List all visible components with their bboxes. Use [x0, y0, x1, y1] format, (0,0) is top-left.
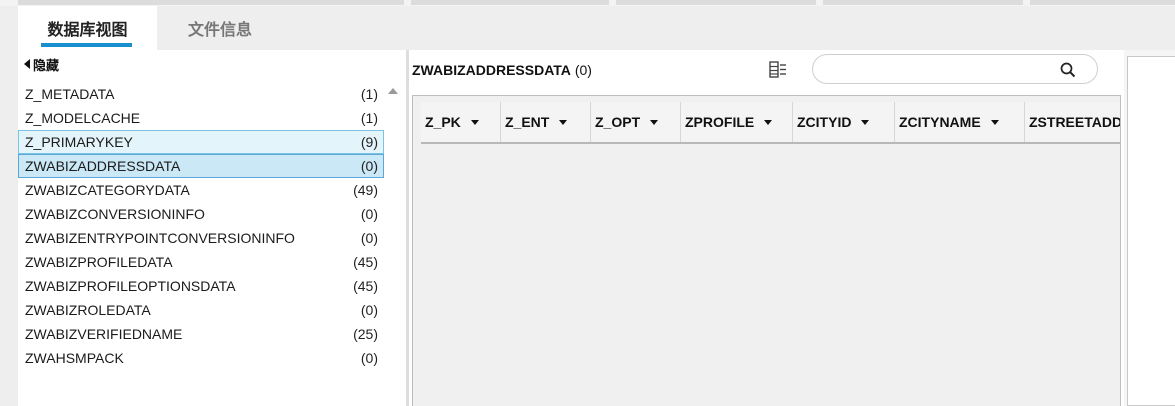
table-name: ZWABIZPROFILEDATA: [25, 254, 173, 270]
row-count: (49): [353, 182, 378, 198]
table-name: ZWABIZENTRYPOINTCONVERSIONINFO: [25, 230, 295, 246]
table-title: ZWABIZADDRESSDATA (0): [412, 62, 592, 78]
table-list: Z_METADATA (1) Z_MODELCACHE (1) Z_PRIMARYK…: [18, 82, 384, 370]
table-name: Z_MODELCACHE: [25, 110, 141, 126]
table-name: ZWAHSMPACK: [25, 350, 124, 366]
row-count: (45): [353, 254, 378, 270]
column-header[interactable]: Z_PK: [421, 102, 501, 142]
tab-file-info[interactable]: 文件信息: [160, 6, 280, 50]
top-strip-segment: [823, 0, 1023, 5]
column-label: ZCITYNAME: [899, 114, 981, 130]
caret-down-icon[interactable]: [990, 119, 999, 125]
caret-down-icon[interactable]: [559, 119, 568, 125]
top-strip-segment: [411, 0, 609, 5]
column-header[interactable]: ZCITYNAME: [895, 102, 1025, 142]
column-label: Z_OPT: [595, 114, 641, 130]
caret-down-icon[interactable]: [470, 119, 479, 125]
column-label: ZPROFILE: [685, 114, 755, 130]
right-side-panel: [1124, 50, 1175, 406]
table-title-name: ZWABIZADDRESSDATA: [412, 62, 571, 78]
table-list-item[interactable]: ZWABIZVERIFIEDNAME (25): [18, 322, 384, 346]
table-name: ZWABIZROLEDATA: [25, 302, 151, 318]
column-header[interactable]: ZSTREETADDRESS: [1025, 102, 1121, 142]
search-box: [812, 54, 1098, 84]
table-list-item[interactable]: Z_PRIMARYKEY (9): [18, 130, 384, 154]
row-count: (1): [360, 110, 378, 126]
detail-panel: [1127, 56, 1175, 406]
table-list-item[interactable]: ZWABIZCATEGORYDATA (49): [18, 178, 384, 202]
row-count: (0): [360, 230, 378, 246]
triangle-left-icon: [24, 59, 30, 69]
grid-header-row: Z_PK Z_ENT Z_OPT ZPROFILE ZCITYID ZCITYN…: [421, 102, 1121, 144]
table-list-item[interactable]: ZWABIZROLEDATA (0): [18, 298, 384, 322]
tab-label: 数据库视图: [47, 20, 128, 39]
row-count: (0): [360, 158, 378, 174]
tab-database-view[interactable]: 数据库视图: [18, 6, 157, 50]
top-strip-segment: [18, 0, 404, 5]
hide-label: 隐藏: [33, 58, 60, 74]
hide-sidebar-button[interactable]: 隐藏: [24, 54, 59, 74]
table-name: ZWABIZPROFILEOPTIONSDATA: [25, 278, 236, 294]
table-header-bar: ZWABIZADDRESSDATA (0): [409, 50, 1124, 91]
row-count: (0): [360, 350, 378, 366]
row-count: (45): [353, 278, 378, 294]
row-count: (9): [360, 134, 378, 150]
data-table-area: Z_PK Z_ENT Z_OPT ZPROFILE ZCITYID ZCITYN…: [409, 91, 1124, 406]
row-count: (25): [353, 326, 378, 342]
caret-down-icon[interactable]: [861, 119, 870, 125]
row-count: (0): [360, 206, 378, 222]
column-label: ZSTREETADDRESS: [1029, 114, 1121, 130]
column-label: ZCITYID: [797, 114, 852, 130]
caret-down-icon[interactable]: [650, 119, 659, 125]
caret-down-icon[interactable]: [764, 119, 773, 125]
table-name: ZWABIZVERIFIEDNAME: [25, 326, 183, 342]
table-list-item[interactable]: ZWABIZPROFILEDATA (45): [18, 250, 384, 274]
tab-label: 文件信息: [187, 20, 252, 39]
column-label: Z_ENT: [505, 114, 550, 130]
top-strip-segment: [1030, 0, 1175, 5]
table-list-item[interactable]: Z_MODELCACHE (1): [18, 106, 384, 130]
column-header[interactable]: Z_ENT: [501, 102, 591, 142]
top-strip-segment: [616, 0, 816, 5]
scroll-up-arrow-icon[interactable]: [388, 88, 398, 94]
row-count: (1): [360, 86, 378, 102]
tab-bar: 数据库视图 文件信息: [0, 6, 1175, 50]
column-settings-icon[interactable]: [767, 59, 789, 81]
table-list-item[interactable]: ZWABIZCONVERSIONINFO (0): [18, 202, 384, 226]
search-input[interactable]: [827, 61, 1051, 79]
table-list-item[interactable]: ZWAHSMPACK (0): [18, 346, 384, 370]
table-list-item-selected[interactable]: ZWABIZADDRESSDATA (0): [18, 154, 384, 178]
table-name: ZWABIZADDRESSDATA: [25, 158, 181, 174]
column-header[interactable]: ZPROFILE: [681, 102, 793, 142]
row-count: (0): [360, 302, 378, 318]
table-name: Z_PRIMARYKEY: [25, 134, 133, 150]
table-list-pane: 隐藏 Z_METADATA (1) Z_MODELCACHE (1) Z_PRIMA…: [18, 50, 406, 406]
table-list-item[interactable]: ZWABIZENTRYPOINTCONVERSIONINFO (0): [18, 226, 384, 250]
column-label: Z_PK: [425, 114, 461, 130]
column-header[interactable]: ZCITYID: [793, 102, 895, 142]
table-list-item[interactable]: Z_METADATA (1): [18, 82, 384, 106]
search-icon[interactable]: [1059, 61, 1077, 79]
column-header[interactable]: Z_OPT: [591, 102, 681, 142]
table-name: ZWABIZCATEGORYDATA: [25, 182, 190, 198]
table-name: Z_METADATA: [25, 86, 115, 102]
table-title-count: (0): [574, 62, 592, 78]
data-grid: Z_PK Z_ENT Z_OPT ZPROFILE ZCITYID ZCITYN…: [412, 95, 1121, 406]
table-list-item[interactable]: ZWABIZPROFILEOPTIONSDATA (45): [18, 274, 384, 298]
table-name: ZWABIZCONVERSIONINFO: [25, 206, 205, 222]
